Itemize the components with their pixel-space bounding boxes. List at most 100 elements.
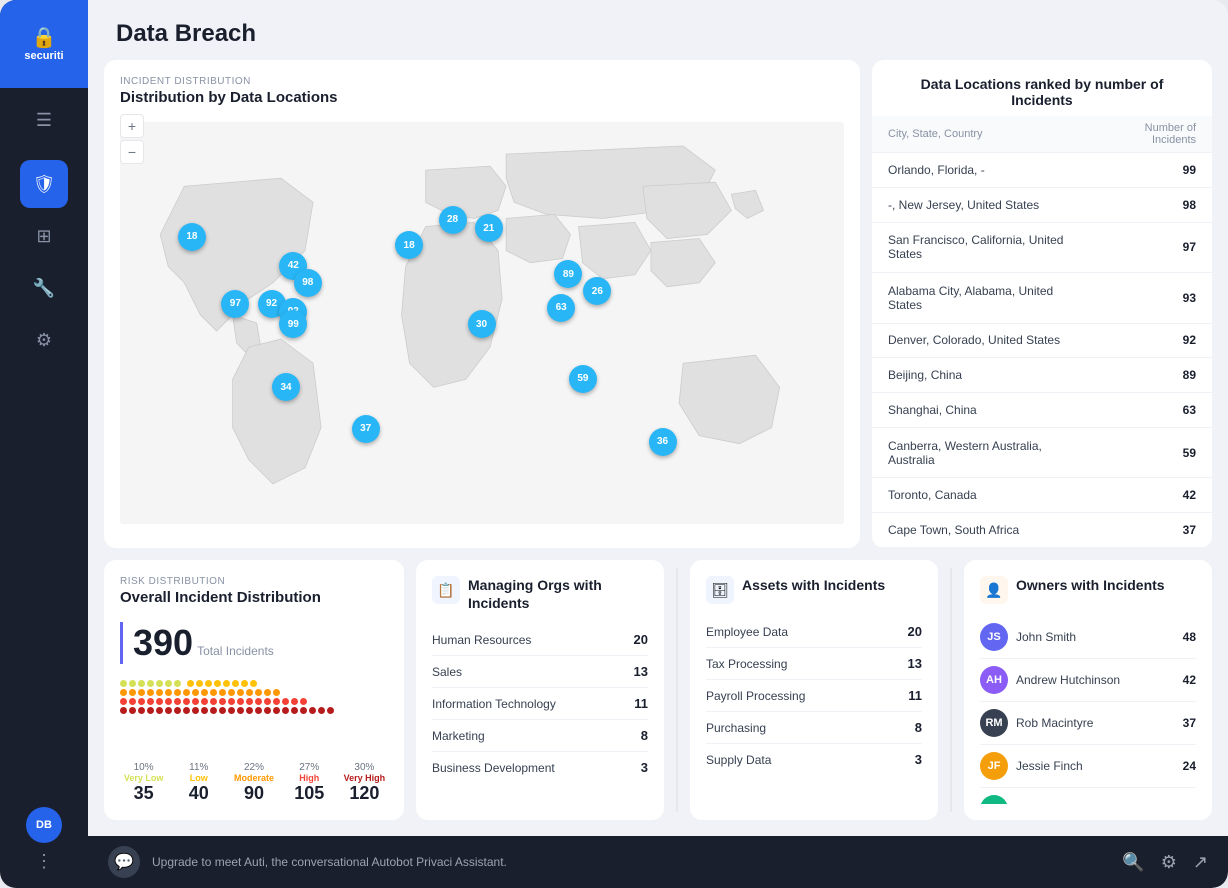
row-value: 8 [915,720,922,735]
menu-button[interactable]: ☰ [0,96,88,144]
sidebar-item-settings[interactable]: ⚙ [20,316,68,364]
divider2 [950,568,952,812]
list-item: Payroll Processing 11 [706,680,922,712]
sidebar-bottom: DB ⋮ [26,807,62,888]
search-bottom-icon[interactable]: 🔍 [1122,852,1144,873]
divider [676,568,678,812]
dot [246,707,253,714]
dot-section [120,698,307,705]
header: Data Breach [88,0,1228,60]
map-pin[interactable]: 34 [272,373,300,401]
map-pin[interactable]: 89 [554,260,582,288]
risk-pct: 11% [189,762,208,773]
dot [210,698,217,705]
dot [228,698,235,705]
list-item: Marketing 8 [432,720,648,752]
list-item: Information Technology 11 [432,688,648,720]
sidebar-item-shield[interactable]: 🛡 [20,160,68,208]
sidebar-item-tools[interactable]: 🔧 [20,264,68,312]
orgs-list: Human Resources 20 Sales 13 Information … [432,624,648,804]
dot [241,680,248,687]
dot [318,707,325,714]
list-item: GW Greg Walters 20 [980,788,1196,804]
map-pin[interactable]: 99 [279,310,307,338]
dot [183,707,190,714]
location-cell: -, New Jersey, United States [872,187,1091,222]
locations-title: Data Locations ranked by number of Incid… [888,76,1196,108]
owners-list: JS John Smith 48 AH Andrew Hutchinson 42… [980,616,1196,804]
count-cell: 42 [1091,478,1212,513]
risk-pct: 22% [244,762,264,773]
dot [192,689,199,696]
location-cell: Alabama City, Alabama, United States [872,273,1091,323]
map-pin[interactable]: 97 [221,290,249,318]
owner-count: 37 [1183,716,1196,730]
dot [223,680,230,687]
risk-pct: 10% [134,762,154,773]
dot [214,680,221,687]
dot [183,689,190,696]
row-label: Supply Data [706,753,915,767]
owner-avatar: RM [980,709,1008,737]
dot [156,689,163,696]
risk-name: High [299,773,319,783]
row-label: Information Technology [432,697,634,711]
row-value: 20 [908,624,922,639]
map-pin[interactable]: 30 [468,310,496,338]
chat-icon: 💬 [108,846,140,878]
filter-bottom-icon[interactable]: ⚙ [1161,852,1177,873]
shield-icon: 🛡 [33,174,56,195]
dot [210,689,217,696]
map-pin[interactable]: 36 [649,428,677,456]
dot [174,680,181,687]
dot [156,680,163,687]
zoom-out-button[interactable]: − [120,140,144,164]
risk-card: Risk Distribution Overall Incident Distr… [104,560,404,820]
dot [120,707,127,714]
count-cell: 59 [1091,427,1212,477]
map-pin[interactable]: 63 [547,294,575,322]
share-bottom-icon[interactable]: ↗ [1193,852,1208,873]
risk-legend-item: 27% High 105 [286,762,333,804]
assets-list: Employee Data 20 Tax Processing 13 Payro… [706,616,922,804]
user-avatar[interactable]: DB [26,807,62,843]
zoom-in-button[interactable]: + [120,114,144,138]
location-cell: Beijing, China [872,358,1091,393]
map-pin[interactable]: 18 [395,231,423,259]
owner-name: Rob Macintyre [1016,716,1175,730]
dot [309,707,316,714]
assets-title: Assets with Incidents [742,576,885,594]
dot [246,689,253,696]
dot-section [187,680,257,687]
row-value: 8 [641,728,648,743]
map-pin[interactable]: 59 [569,365,597,393]
map-pin[interactable]: 28 [439,206,467,234]
map-pin[interactable]: 21 [475,214,503,242]
sidebar: 🔒 securiti ☰ 🛡 ⊞ 🔧 ⚙ DB ⋮ [0,0,88,888]
table-row: Canberra, Western Australia, Australia 5… [872,427,1212,477]
risk-legend-item: 10% Very Low 35 [120,762,167,804]
sidebar-item-dashboard[interactable]: ⊞ [20,212,68,260]
dot [138,698,145,705]
dot [156,707,163,714]
map-pin[interactable]: 37 [352,415,380,443]
dot [228,689,235,696]
row-label: Sales [432,665,634,679]
map-pin[interactable]: 26 [583,277,611,305]
more-dots[interactable]: ⋮ [35,851,53,872]
risk-count: 35 [134,783,154,804]
risk-count: 120 [349,783,379,804]
total-label: Total Incidents [197,644,274,658]
table-row: Cape Town, South Africa 37 [872,513,1212,548]
dot [246,698,253,705]
dot [129,680,136,687]
assets-card: 🗄 Assets with Incidents Employee Data 20… [690,560,938,820]
list-item: Business Development 3 [432,752,648,783]
map-pin[interactable]: 18 [178,223,206,251]
map-pin[interactable]: 98 [294,269,322,297]
map-controls: + − [120,114,144,164]
owner-avatar: JS [980,623,1008,651]
list-item: Sales 13 [432,656,648,688]
dot [300,698,307,705]
row-label: Payroll Processing [706,689,908,703]
